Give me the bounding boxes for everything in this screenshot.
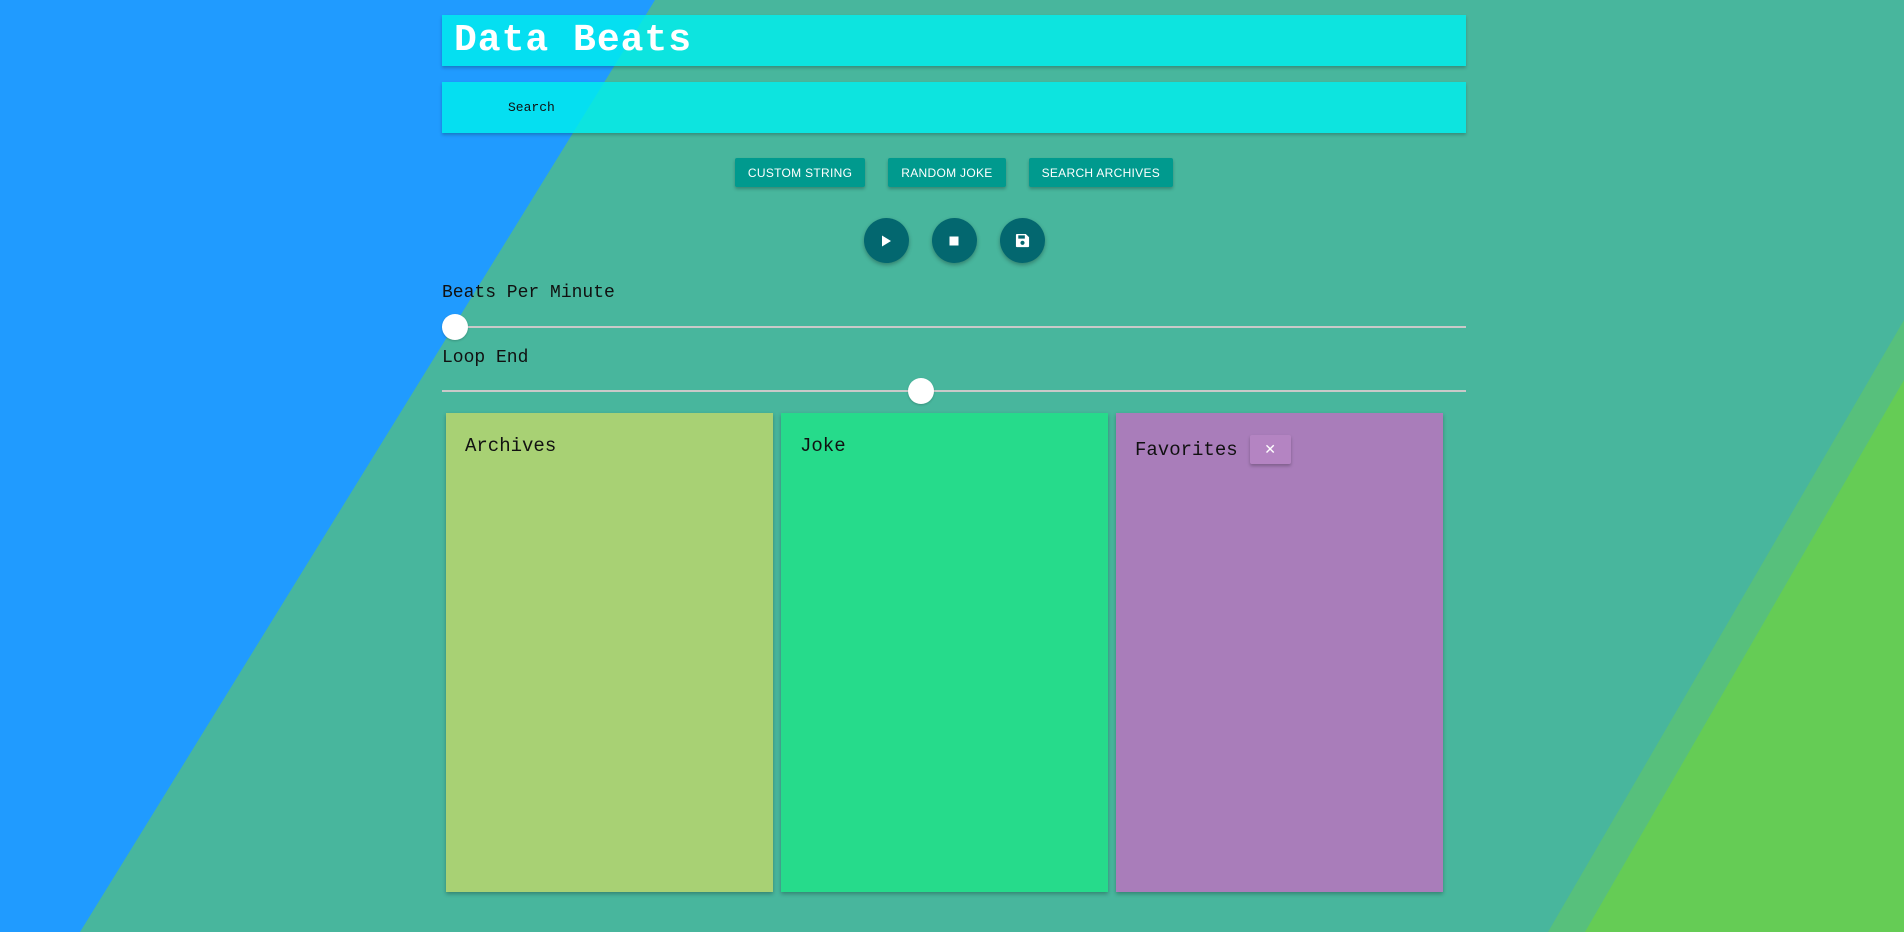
loop-end-slider[interactable] <box>442 378 1466 404</box>
search-bar <box>442 82 1466 133</box>
play-button[interactable] <box>863 218 909 263</box>
bpm-slider-thumb[interactable] <box>442 314 468 340</box>
loop-end-slider-track <box>442 390 1466 392</box>
custom-string-button[interactable]: Custom String <box>734 158 866 187</box>
archives-title: Archives <box>465 435 557 457</box>
loop-end-slider-thumb[interactable] <box>908 378 935 404</box>
joke-panel: Joke <box>781 413 1108 892</box>
app-title: Data Beats <box>454 19 693 62</box>
title-bar: Data Beats <box>442 15 1466 66</box>
clear-favorites-button[interactable]: ✕ <box>1249 435 1291 464</box>
archives-panel: Archives <box>446 413 773 892</box>
panels: Archives Joke Favorites ✕ <box>446 413 1443 892</box>
favorites-title: Favorites <box>1135 438 1238 461</box>
play-icon <box>882 235 891 246</box>
bpm-label: Beats Per Minute <box>442 283 615 303</box>
joke-title: Joke <box>800 435 846 457</box>
bpm-slider-track <box>442 326 1466 328</box>
save-icon <box>1015 233 1029 248</box>
action-buttons: Custom String Random Joke Search Archive… <box>442 158 1466 187</box>
bpm-slider[interactable] <box>442 314 1466 340</box>
loop-end-label: Loop End <box>442 348 529 368</box>
joke-panel-header: Joke <box>800 435 846 457</box>
search-input[interactable] <box>506 99 1410 116</box>
search-archives-button[interactable]: Search Archives <box>1028 158 1174 187</box>
favorites-panel-header: Favorites ✕ <box>1135 435 1291 464</box>
archives-panel-header: Archives <box>465 435 556 457</box>
transport-controls <box>442 218 1466 263</box>
favorites-panel: Favorites ✕ <box>1116 413 1443 892</box>
random-joke-button[interactable]: Random Joke <box>888 158 1006 187</box>
stop-button[interactable] <box>931 218 977 263</box>
save-button[interactable] <box>999 218 1045 263</box>
app-container: Data Beats Custom String Random Joke Sea… <box>442 15 1466 892</box>
stop-icon <box>949 236 959 245</box>
close-icon: ✕ <box>1264 441 1276 458</box>
